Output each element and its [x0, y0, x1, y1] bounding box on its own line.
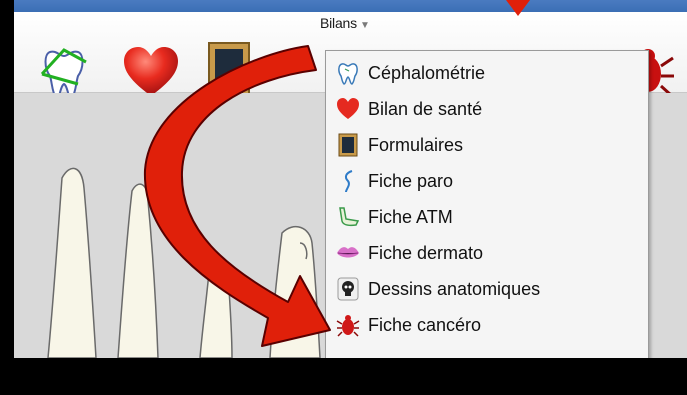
bug-icon	[336, 315, 360, 337]
menu-item-label: Formulaires	[368, 134, 464, 155]
chevron-down-icon: ▼	[359, 20, 370, 31]
menu-item-label: Fiche paro	[368, 170, 454, 191]
menu-item-fiche-cancero[interactable]: Fiche cancéro	[326, 307, 648, 343]
teeth-drawing	[47, 167, 321, 358]
heart-icon	[337, 98, 359, 119]
paro-probe-icon	[344, 170, 353, 193]
menu-item-label: Bilan de santé	[368, 98, 483, 119]
menu-item-label: Fiche dermato	[368, 242, 484, 263]
bilans-menu-button[interactable]: Bilans ▼	[320, 14, 370, 32]
bilans-menu-label: Bilans	[320, 15, 357, 31]
app-window: Bilans ▼ Céphalométrie Bilan de santé Fo…	[14, 0, 687, 358]
menu-item-label: Fiche ATM	[368, 206, 453, 227]
menu-item-fiche-atm[interactable]: Fiche ATM	[326, 199, 648, 235]
menu-item-label: Dessins anatomiques	[368, 278, 541, 299]
heart-icon[interactable]	[122, 46, 180, 98]
menu-item-dessins-anatomiques[interactable]: Dessins anatomiques	[326, 271, 648, 307]
bilans-dropdown-menu: Céphalométrie Bilan de santé Formulaires…	[325, 50, 649, 358]
menu-item-bilan-de-sante[interactable]: Bilan de santé	[326, 91, 648, 127]
menu-item-fiche-paro[interactable]: Fiche paro	[326, 163, 648, 199]
title-bar	[14, 0, 687, 12]
menu-item-label: Céphalométrie	[368, 62, 486, 83]
jaw-icon	[339, 207, 360, 227]
tooth-outline-icon	[338, 63, 358, 85]
skull-icon	[337, 277, 359, 301]
menu-item-label: Fiche cancéro	[368, 314, 482, 335]
form-frame-icon	[338, 133, 358, 157]
menu-item-cephalometrie[interactable]: Céphalométrie	[326, 55, 648, 91]
menu-item-fiche-dermato[interactable]: Fiche dermato	[326, 235, 648, 271]
lips-icon	[337, 247, 359, 258]
menu-item-formulaires[interactable]: Formulaires	[326, 127, 648, 163]
